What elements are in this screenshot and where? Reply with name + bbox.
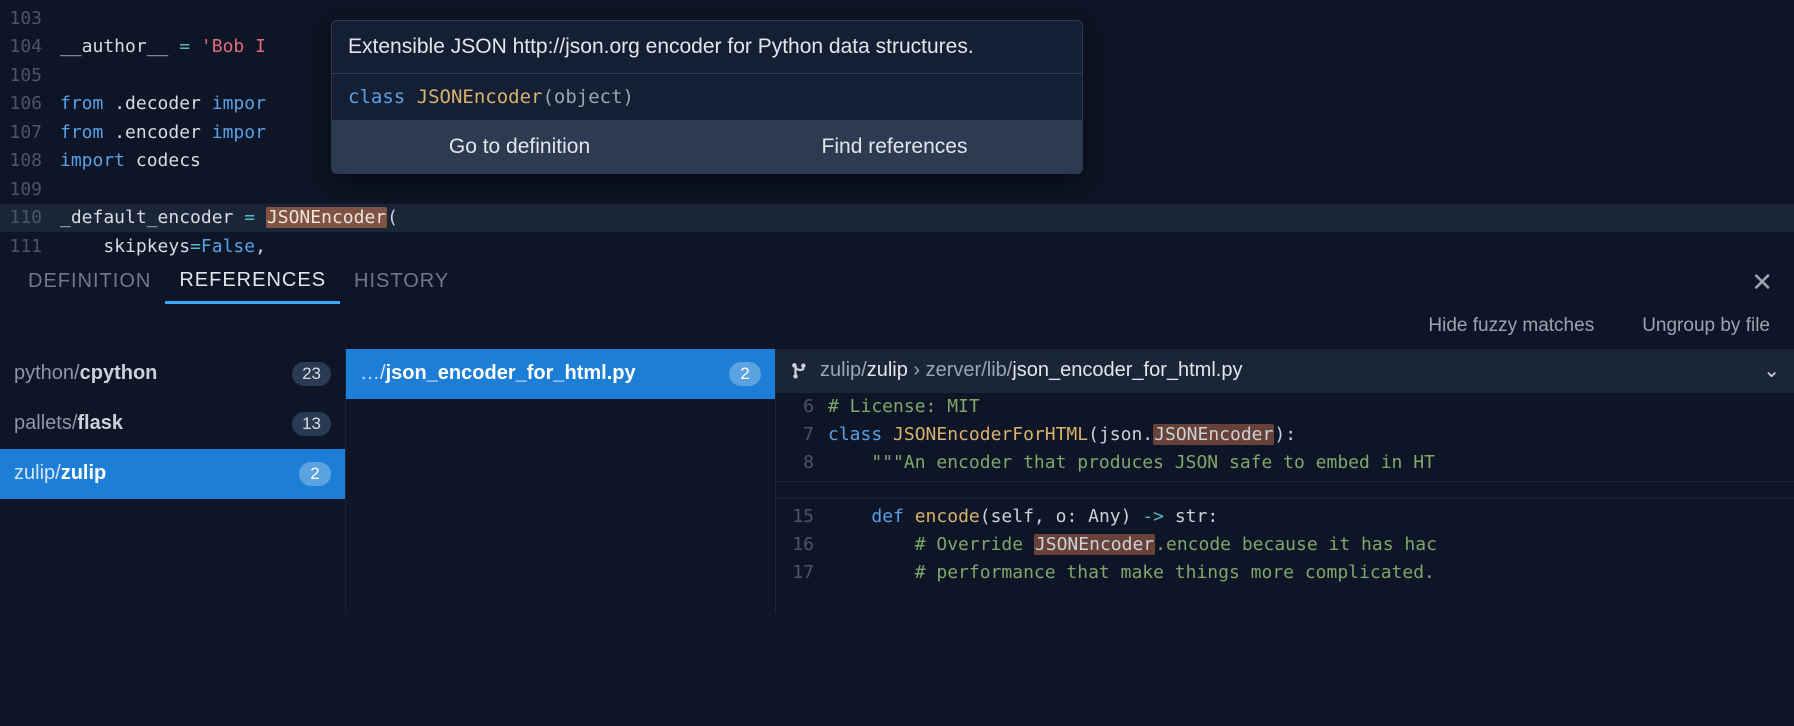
code-line[interactable]: 17 # performance that make things more c… [776,559,1794,587]
references-toolbar: Hide fuzzy matches Ungroup by file [0,303,1794,349]
line-number: 109 [0,179,60,200]
line-number: 105 [0,65,60,86]
count-badge: 2 [729,362,761,386]
hover-signature: class JSONEncoder(object) [332,74,1082,121]
tab-references[interactable]: References [165,261,340,304]
code-preview: zulip/zulip › zerver/lib/json_encoder_fo… [776,349,1794,613]
code-line[interactable]: 110 _default_encoder = JSONEncoder( [0,204,1794,233]
code-line[interactable]: 109 [0,175,1794,204]
references-panel-body: python/cpython 23 pallets/flask 13 zulip… [0,349,1794,613]
line-number: 103 [0,8,60,29]
code-line[interactable]: 8 """An encoder that produces JSON safe … [776,449,1794,477]
line-number: 104 [0,36,60,57]
line-number: 107 [0,122,60,143]
hide-fuzzy-button[interactable]: Hide fuzzy matches [1428,315,1594,337]
git-branch-icon [790,361,810,381]
line-number: 111 [0,236,60,257]
ungroup-by-file-button[interactable]: Ungroup by file [1642,315,1770,337]
count-badge: 23 [292,362,331,386]
hover-doc: Extensible JSON http://json.org encoder … [332,21,1082,74]
line-number: 8 [776,452,828,473]
references-panel-tabs: Definition References History ✕ [0,261,1794,303]
go-to-definition-button[interactable]: Go to definition [332,121,707,173]
close-icon[interactable]: ✕ [1745,267,1780,298]
line-number: 15 [776,506,828,527]
line-number: 110 [0,207,60,228]
code-line[interactable]: 6 # License: MIT [776,393,1794,421]
repo-item[interactable]: python/cpython 23 [0,349,345,399]
line-number: 108 [0,150,60,171]
preview-breadcrumb[interactable]: zulip/zulip › zerver/lib/json_encoder_fo… [776,349,1794,393]
line-number: 16 [776,534,828,555]
line-number: 7 [776,424,828,445]
line-number: 106 [0,93,60,114]
file-list: …/json_encoder_for_html.py 2 [346,349,776,613]
repo-list: python/cpython 23 pallets/flask 13 zulip… [0,349,346,613]
code-line[interactable]: 15 def encode(self, o: Any) -> str: [776,503,1794,531]
code-line[interactable]: 16 # Override JSONEncoder.encode because… [776,531,1794,559]
repo-item[interactable]: pallets/flask 13 [0,399,345,449]
tab-definition[interactable]: Definition [14,262,165,302]
file-item[interactable]: …/json_encoder_for_html.py 2 [346,349,775,399]
find-references-button[interactable]: Find references [707,121,1082,173]
tab-history[interactable]: History [340,262,463,302]
code-line[interactable]: 7 class JSONEncoderForHTML(json.JSONEnco… [776,421,1794,449]
line-number: 17 [776,562,828,583]
code-line[interactable]: 111 skipkeys=False, [0,232,1794,261]
breadcrumb-text: zulip/zulip › zerver/lib/json_encoder_fo… [820,359,1242,382]
repo-item[interactable]: zulip/zulip 2 [0,449,345,499]
count-badge: 2 [299,462,331,486]
chevron-down-icon[interactable]: ⌄ [1763,358,1780,383]
code-fold-gap[interactable] [776,481,1794,499]
line-number: 6 [776,396,828,417]
hover-popup: Extensible JSON http://json.org encoder … [331,20,1083,174]
count-badge: 13 [292,412,331,436]
